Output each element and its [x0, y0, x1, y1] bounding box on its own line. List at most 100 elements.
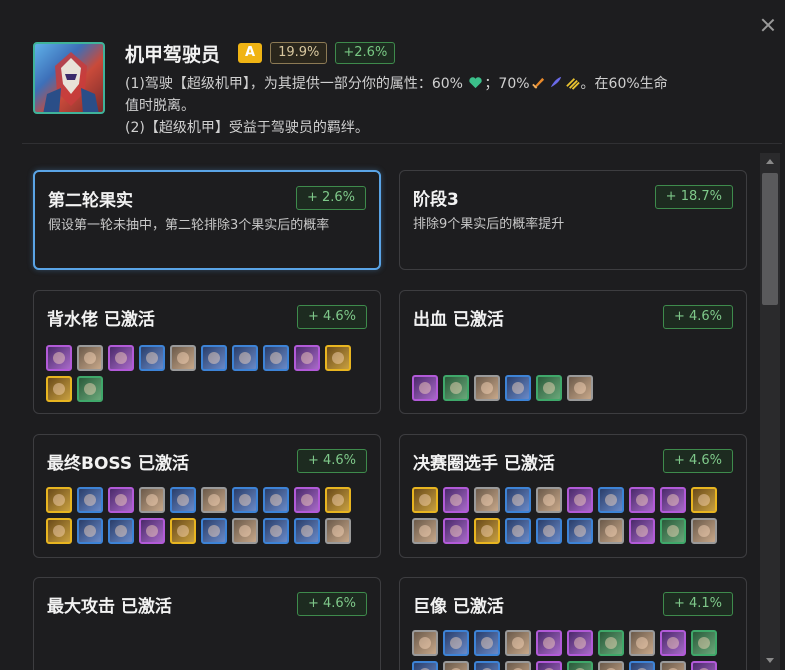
attack-speed-icon [565, 78, 580, 90]
champion-icon[interactable] [294, 345, 320, 371]
champion-icon[interactable] [294, 518, 320, 544]
card-finalist[interactable]: 决赛圈选手 已激活 + 4.6% [399, 434, 747, 558]
vertical-scrollbar[interactable] [760, 153, 780, 670]
champion-icon[interactable] [412, 518, 438, 544]
champion-icon[interactable] [660, 630, 686, 656]
champion-icon[interactable] [629, 518, 655, 544]
champion-icon[interactable] [660, 661, 686, 670]
champion-icon[interactable] [567, 487, 593, 513]
champion-icon[interactable] [232, 518, 258, 544]
card-desc: 假设第一轮未抽中，第二轮排除3个果实后的概率 [48, 218, 330, 233]
champion-icon[interactable] [232, 345, 258, 371]
scroll-thumb[interactable] [762, 173, 778, 305]
champion-icon[interactable] [536, 518, 562, 544]
card-last-stand[interactable]: 背水佬 已激活 + 4.6% [33, 290, 381, 414]
champion-icon[interactable] [660, 487, 686, 513]
champion-icon[interactable] [77, 487, 103, 513]
champion-icon[interactable] [443, 487, 469, 513]
close-icon[interactable] [759, 16, 777, 34]
champion-icon[interactable] [201, 345, 227, 371]
champion-icon[interactable] [474, 375, 500, 401]
augment-portrait [33, 42, 105, 114]
champion-icon[interactable] [629, 487, 655, 513]
champion-icon[interactable] [412, 630, 438, 656]
card-title: 决赛圈选手 已激活 [413, 454, 555, 474]
champion-icon[interactable] [629, 661, 655, 670]
champion-icon[interactable] [77, 345, 103, 371]
champion-icon[interactable] [412, 661, 438, 670]
card-bleed[interactable]: 出血 已激活 + 4.6% [399, 290, 747, 414]
champion-icon[interactable] [412, 375, 438, 401]
champion-icon[interactable] [46, 518, 72, 544]
champion-icon[interactable] [170, 518, 196, 544]
champion-icon[interactable] [232, 487, 258, 513]
champion-icon[interactable] [536, 661, 562, 670]
champion-icon[interactable] [325, 487, 351, 513]
champion-icon[interactable] [505, 487, 531, 513]
champion-icon[interactable] [474, 518, 500, 544]
champion-icon[interactable] [412, 487, 438, 513]
champion-icon[interactable] [77, 376, 103, 402]
champion-icon[interactable] [691, 487, 717, 513]
champion-icon[interactable] [325, 518, 351, 544]
champion-icon[interactable] [201, 487, 227, 513]
card-title: 巨像 已激活 [413, 597, 504, 617]
scroll-down-icon[interactable] [760, 652, 780, 670]
champion-icon[interactable] [567, 375, 593, 401]
champion-icon[interactable] [46, 487, 72, 513]
champion-icon[interactable] [46, 376, 72, 402]
champion-icon[interactable] [77, 518, 103, 544]
card-final-boss[interactable]: 最终BOSS 已激活 + 4.6% [33, 434, 381, 558]
champion-icon[interactable] [108, 487, 134, 513]
champion-icon[interactable] [598, 661, 624, 670]
champion-icon[interactable] [505, 375, 531, 401]
card-second-round-fruit[interactable]: 第二轮果实 + 2.6% 假设第一轮未抽中，第二轮排除3个果实后的概率 [33, 170, 381, 270]
champion-icon[interactable] [536, 375, 562, 401]
champion-icon[interactable] [567, 518, 593, 544]
champion-icon[interactable] [325, 345, 351, 371]
champion-icon[interactable] [139, 518, 165, 544]
champion-icon[interactable] [201, 518, 227, 544]
champion-icon[interactable] [598, 518, 624, 544]
champion-icon[interactable] [691, 630, 717, 656]
champion-icon[interactable] [46, 345, 72, 371]
card-badge: + 4.6% [296, 305, 367, 329]
champion-icon[interactable] [691, 518, 717, 544]
champion-icon[interactable] [505, 518, 531, 544]
champion-icon[interactable] [536, 487, 562, 513]
champion-icon[interactable] [567, 661, 593, 670]
champion-icon[interactable] [660, 518, 686, 544]
champion-icon[interactable] [474, 630, 500, 656]
champion-icon[interactable] [505, 630, 531, 656]
scroll-up-icon[interactable] [760, 153, 780, 171]
champion-icon[interactable] [474, 487, 500, 513]
card-stage-3[interactable]: 阶段3 + 18.7% 排除9个果实后的概率提升 [399, 170, 747, 270]
champion-icon[interactable] [108, 345, 134, 371]
champion-icon[interactable] [263, 487, 289, 513]
champion-icon[interactable] [598, 630, 624, 656]
champion-list [46, 345, 366, 402]
champion-list [46, 487, 366, 544]
champion-icon[interactable] [139, 345, 165, 371]
champion-icon[interactable] [505, 661, 531, 670]
champion-icon[interactable] [294, 487, 320, 513]
champion-icon[interactable] [536, 630, 562, 656]
champion-icon[interactable] [170, 345, 196, 371]
champion-icon[interactable] [443, 375, 469, 401]
champion-icon[interactable] [474, 661, 500, 670]
champion-icon[interactable] [263, 518, 289, 544]
champion-icon[interactable] [443, 630, 469, 656]
champion-icon[interactable] [443, 518, 469, 544]
card-colossus[interactable]: 巨像 已激活 + 4.1% [399, 577, 747, 670]
champion-icon[interactable] [629, 630, 655, 656]
champion-icon[interactable] [598, 487, 624, 513]
card-max-attack[interactable]: 最大攻击 已激活 + 4.6% [33, 577, 381, 670]
champion-icon[interactable] [691, 661, 717, 670]
champion-icon[interactable] [263, 345, 289, 371]
champion-icon[interactable] [170, 487, 196, 513]
champion-icon[interactable] [108, 518, 134, 544]
card-badge: + 18.7% [654, 185, 733, 209]
champion-icon[interactable] [139, 487, 165, 513]
champion-icon[interactable] [567, 630, 593, 656]
champion-icon[interactable] [443, 661, 469, 670]
